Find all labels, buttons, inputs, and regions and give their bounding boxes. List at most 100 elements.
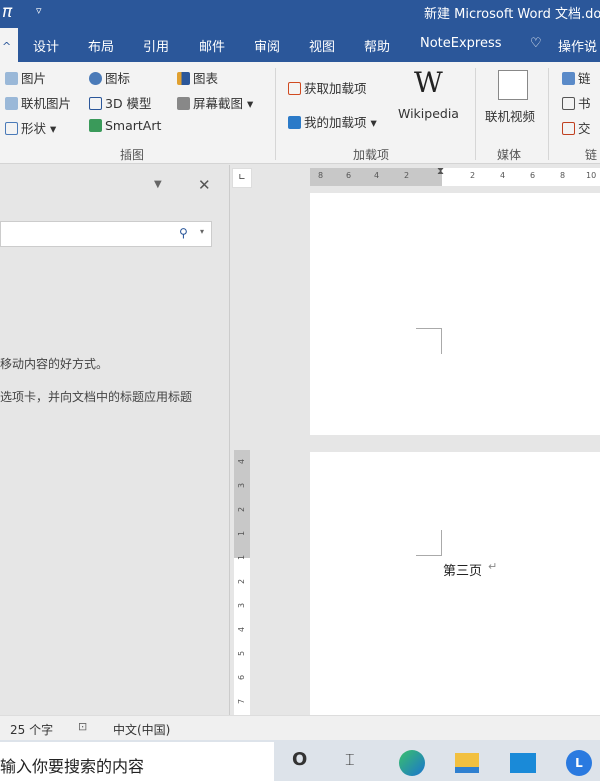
smartart-icon	[89, 119, 102, 132]
word-count[interactable]: 25 个字	[10, 721, 53, 738]
ruler-tick-label: 6	[237, 674, 247, 681]
ruler-tick-label: 8	[560, 171, 566, 180]
file-explorer-icon[interactable]	[455, 753, 479, 773]
chart-button[interactable]: 图表	[177, 68, 218, 87]
smartart-button[interactable]: SmartArt	[89, 118, 161, 133]
wikipedia-icon: W	[414, 66, 443, 99]
picture-icon	[5, 72, 18, 85]
ribbon-tabs: ^ 设计 布局 引用 邮件 审阅 视图 帮助 NoteExpress ♡ 操作说	[0, 26, 600, 62]
group-label-illustrations: 插图	[120, 148, 145, 162]
shapes-icon	[5, 122, 18, 135]
document-title: 新建 Microsoft Word 文档.do	[424, 7, 600, 22]
wikipedia-button[interactable]: Wikipedia	[398, 106, 459, 121]
title-bar: π ▿ 新建 Microsoft Word 文档.do	[0, 0, 600, 26]
divider	[475, 68, 476, 160]
paragraph-mark: ↵	[488, 560, 498, 573]
ruler-tick-label: 1	[237, 530, 247, 537]
proofing-icon[interactable]: ⊡	[78, 720, 87, 733]
tell-me-box[interactable]: 操作说	[558, 36, 597, 55]
margin-mark	[416, 530, 442, 556]
indent-marker[interactable]: ⧗	[437, 166, 444, 177]
ruler-tick-label: 2	[237, 506, 247, 513]
online-video-button[interactable]: 联机视频	[485, 106, 535, 125]
nav-help-text-2: 选项卡，并向文档中的标题应用标题	[0, 390, 193, 404]
get-addins-button[interactable]: 获取加载项	[288, 78, 367, 97]
link-icon	[562, 72, 575, 85]
tab-design[interactable]: 设计	[33, 36, 59, 55]
cross-reference-button[interactable]: 交	[562, 118, 591, 137]
app-l-icon[interactable]: L	[566, 750, 592, 776]
online-pictures-button[interactable]: 联机图片	[5, 93, 71, 112]
search-placeholder: 输入你要搜索的内容	[0, 757, 145, 776]
document-area: 8 6 4 2 2 4 6 8 10 ⧗ 第三页 ↵	[252, 165, 600, 715]
tab-noteexpress[interactable]: NoteExpress	[420, 36, 502, 51]
language-status[interactable]: 中文(中国)	[113, 721, 170, 738]
pane-options-icon[interactable]: ▼	[154, 179, 162, 190]
ruler-tick-label: 6	[346, 171, 352, 180]
tab-references[interactable]: 引用	[143, 36, 169, 55]
tab-review[interactable]: 审阅	[254, 36, 280, 55]
ribbon: 图片 联机图片 形状 ▾ 图标 3D 模型 SmartArt 图表 屏幕截图 ▾…	[0, 62, 600, 164]
pane-divider[interactable]	[229, 165, 230, 715]
app-icon: π	[2, 2, 13, 22]
3d-models-button[interactable]: 3D 模型	[89, 93, 152, 112]
tab-insert-partial[interactable]: ^	[0, 28, 18, 62]
addin-icon	[288, 116, 301, 129]
my-addins-button[interactable]: 我的加载项 ▾	[288, 112, 377, 131]
ruler-tick-label: 4	[237, 458, 247, 465]
ruler-tick-label: 3	[237, 602, 247, 609]
divider	[548, 68, 549, 160]
search-icon[interactable]: ⚲	[179, 226, 188, 240]
group-label-addins: 加载项	[353, 148, 390, 162]
camera-icon	[177, 97, 190, 110]
page-2[interactable]	[310, 193, 600, 435]
navigation-pane: ▼ ✕ ⚲ ▾ 移动内容的好方式。 选项卡，并向文档中的标题应用标题	[0, 165, 229, 715]
ruler-tick-label: 2	[237, 578, 247, 585]
page-3[interactable]: 第三页 ↵	[310, 452, 600, 715]
ruler-tick-label: 4	[237, 626, 247, 633]
ruler-tick-label: 3	[237, 482, 247, 489]
horizontal-ruler[interactable]: 8 6 4 2 2 4 6 8 10 ⧗	[310, 166, 600, 186]
ruler-tick-label: 8	[318, 171, 324, 180]
group-label-media: 媒体	[497, 148, 522, 162]
bookmark-icon	[562, 97, 575, 110]
link-button[interactable]: 链	[562, 68, 591, 87]
video-icon	[498, 70, 528, 100]
icons-button[interactable]: 图标	[89, 68, 130, 87]
task-view-icon[interactable]: ⌶	[345, 750, 355, 770]
ruler-tick-label: 4	[500, 171, 506, 180]
ruler-tick-label: 10	[586, 171, 597, 180]
edge-icon[interactable]	[399, 750, 425, 776]
pictures-button[interactable]: 图片	[5, 68, 46, 87]
tab-view[interactable]: 视图	[309, 36, 335, 55]
ruler-tick-label: 5	[237, 650, 247, 657]
tab-layout[interactable]: 布局	[88, 36, 114, 55]
store-icon	[288, 82, 301, 95]
tab-mailings[interactable]: 邮件	[199, 36, 225, 55]
shapes-button[interactable]: 形状 ▾	[5, 118, 56, 137]
page-text[interactable]: 第三页	[443, 560, 482, 579]
quick-access-dropdown-icon[interactable]: ▿	[36, 4, 42, 17]
cross-reference-icon	[562, 122, 575, 135]
tab-help[interactable]: 帮助	[364, 36, 390, 55]
status-bar: 25 个字 ⊡ 中文(中国)	[0, 715, 600, 740]
lightbulb-icon[interactable]: ♡	[530, 36, 542, 51]
ruler-tick-label: 2	[470, 171, 476, 180]
ruler-tick-label: 2	[404, 171, 410, 180]
ruler-tick-label: 6	[530, 171, 536, 180]
cube-icon	[89, 97, 102, 110]
margin-mark	[416, 328, 442, 354]
search-dropdown-icon[interactable]: ▾	[200, 227, 204, 236]
ruler-tick-label: 4	[374, 171, 380, 180]
taskbar: 输入你要搜索的内容 O ⌶ L	[0, 740, 600, 781]
bookmark-button[interactable]: 书	[562, 93, 591, 112]
mail-icon[interactable]	[510, 753, 536, 773]
taskbar-search-box[interactable]: 输入你要搜索的内容	[0, 742, 274, 781]
search-document-input[interactable]: ⚲ ▾	[0, 221, 212, 247]
group-label-links: 链	[585, 148, 598, 162]
screenshot-button[interactable]: 屏幕截图 ▾	[177, 93, 253, 112]
vertical-ruler[interactable]: 4 3 2 1 1 2 3 4 5 6 7	[232, 165, 252, 715]
close-icon[interactable]: ✕	[198, 176, 211, 194]
cortana-icon[interactable]: O	[292, 749, 307, 770]
ruler-tick-label: 1	[237, 554, 247, 561]
